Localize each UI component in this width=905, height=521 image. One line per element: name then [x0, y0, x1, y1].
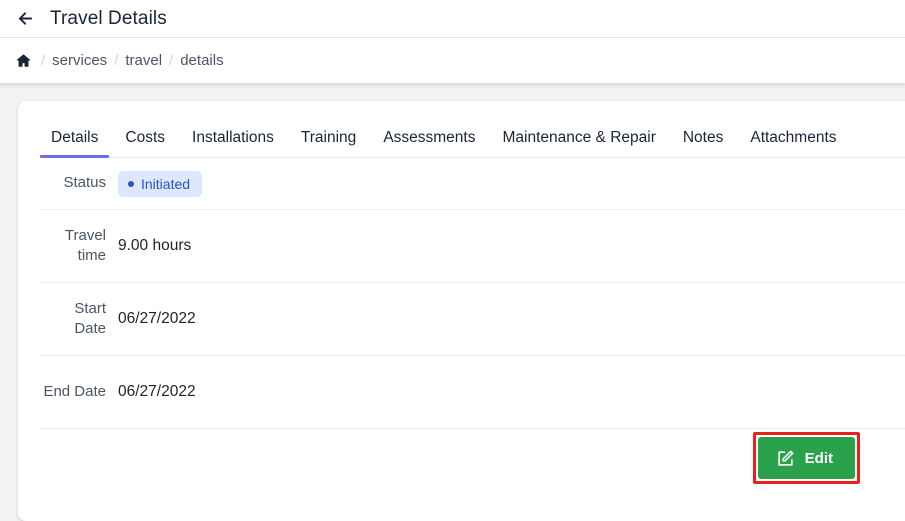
breadcrumb-item-services[interactable]: services: [52, 52, 107, 69]
detail-row-end-date: End Date 06/27/2022: [40, 356, 905, 429]
detail-value-end-date: 06/27/2022: [118, 383, 196, 400]
detail-row-start-date: Start Date 06/27/2022: [40, 283, 905, 356]
detail-label-end-date: End Date: [43, 382, 106, 400]
tab-training[interactable]: Training: [290, 129, 367, 158]
tab-assessments[interactable]: Assessments: [372, 129, 486, 158]
tab-attachments[interactable]: Attachments: [739, 129, 847, 158]
detail-label-start-date: Start Date: [74, 299, 106, 337]
tab-details[interactable]: Details: [40, 129, 110, 158]
detail-label-status: Status: [63, 174, 106, 192]
breadcrumb-separator: /: [114, 52, 119, 69]
app-header: Travel Details: [0, 0, 905, 38]
breadcrumb-separator: /: [41, 52, 46, 69]
tab-costs[interactable]: Costs: [114, 129, 176, 158]
status-dot-icon: [128, 180, 134, 187]
tab-bar: Details Costs Installations Training Ass…: [40, 101, 905, 158]
breadcrumb-item-travel[interactable]: travel: [125, 52, 162, 69]
detail-value-start-date: 06/27/2022: [118, 310, 196, 327]
home-icon[interactable]: [12, 50, 34, 72]
detail-value-travel-time: 9.00 hours: [118, 237, 192, 254]
tab-installations[interactable]: Installations: [181, 129, 285, 158]
detail-row-travel-time: Travel time 9.00 hours: [40, 210, 905, 283]
breadcrumb-separator: /: [169, 52, 174, 69]
edit-button-highlight: Edit: [752, 432, 860, 484]
page-title: Travel Details: [50, 7, 167, 29]
arrow-left-icon[interactable]: [14, 8, 36, 30]
card-footer: Edit: [40, 429, 905, 487]
status-badge-label: Initiated: [141, 175, 191, 192]
tab-notes[interactable]: Notes: [672, 129, 735, 158]
breadcrumb-item-details[interactable]: details: [180, 52, 223, 69]
breadcrumb: / services / travel / details: [0, 38, 905, 83]
status-badge: Initiated: [118, 170, 203, 197]
detail-value-status: Initiated: [118, 170, 203, 197]
detail-label-travel-time: Travel time: [64, 226, 106, 264]
pencil-square-icon: [776, 449, 795, 468]
detail-row-status: Status Initiated: [40, 158, 905, 210]
tab-maintenance-and-repair[interactable]: Maintenance & Repair: [491, 129, 666, 158]
edit-button[interactable]: Edit: [757, 437, 855, 479]
page-body: Details Costs Installations Training Ass…: [0, 83, 905, 521]
details-card: Details Costs Installations Training Ass…: [18, 101, 905, 521]
edit-button-label: Edit: [804, 449, 833, 467]
